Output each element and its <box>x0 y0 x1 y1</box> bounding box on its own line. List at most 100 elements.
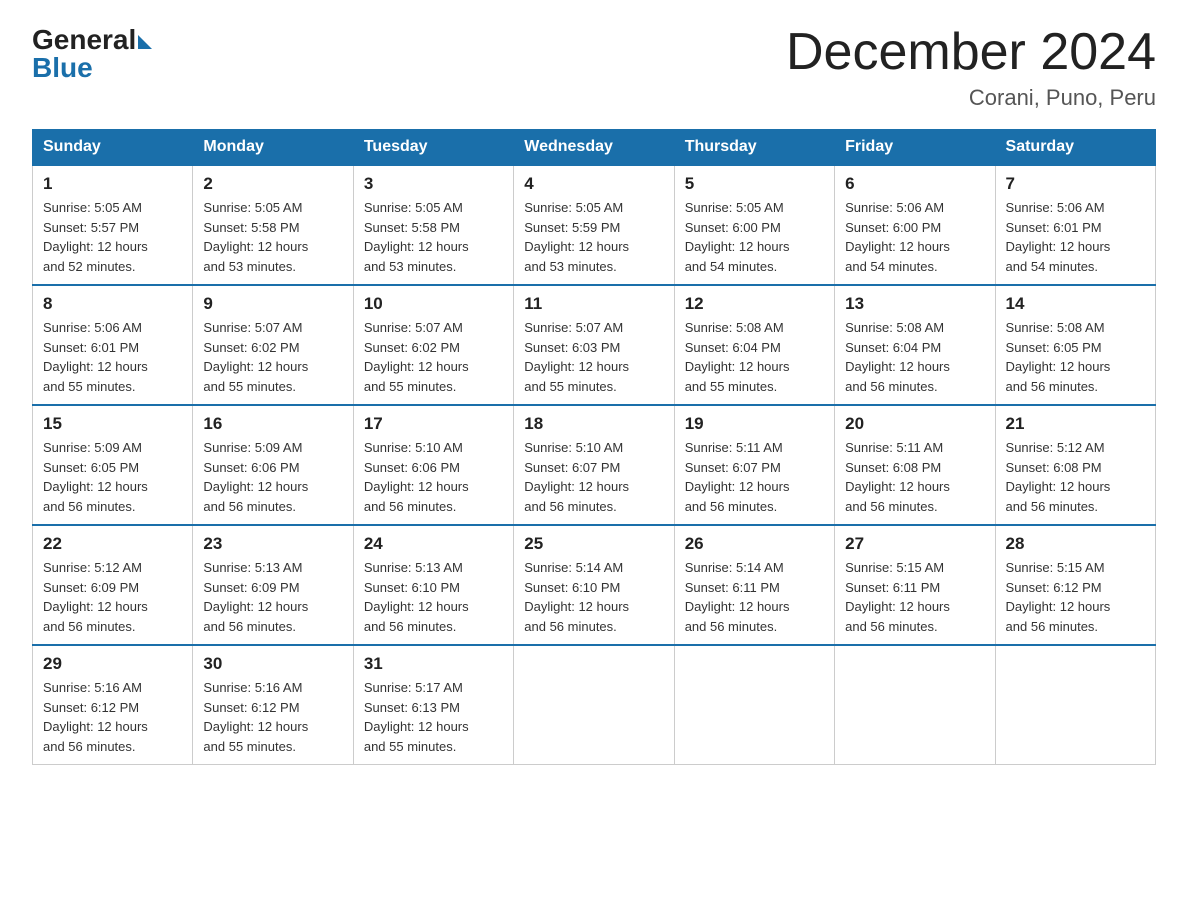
day-info: Sunrise: 5:05 AM Sunset: 5:58 PM Dayligh… <box>364 198 503 276</box>
day-number: 15 <box>43 414 182 434</box>
calendar-cell: 12 Sunrise: 5:08 AM Sunset: 6:04 PM Dayl… <box>674 285 834 405</box>
day-info: Sunrise: 5:17 AM Sunset: 6:13 PM Dayligh… <box>364 678 503 756</box>
day-info: Sunrise: 5:12 AM Sunset: 6:09 PM Dayligh… <box>43 558 182 636</box>
location: Corani, Puno, Peru <box>786 85 1156 111</box>
calendar-cell: 8 Sunrise: 5:06 AM Sunset: 6:01 PM Dayli… <box>33 285 193 405</box>
day-number: 2 <box>203 174 342 194</box>
header-saturday: Saturday <box>995 130 1155 166</box>
calendar-cell: 23 Sunrise: 5:13 AM Sunset: 6:09 PM Dayl… <box>193 525 353 645</box>
calendar-cell: 21 Sunrise: 5:12 AM Sunset: 6:08 PM Dayl… <box>995 405 1155 525</box>
day-number: 4 <box>524 174 663 194</box>
day-number: 3 <box>364 174 503 194</box>
calendar-table: SundayMondayTuesdayWednesdayThursdayFrid… <box>32 129 1156 765</box>
day-info: Sunrise: 5:11 AM Sunset: 6:08 PM Dayligh… <box>845 438 984 516</box>
day-info: Sunrise: 5:16 AM Sunset: 6:12 PM Dayligh… <box>203 678 342 756</box>
day-info: Sunrise: 5:14 AM Sunset: 6:11 PM Dayligh… <box>685 558 824 636</box>
calendar-cell: 31 Sunrise: 5:17 AM Sunset: 6:13 PM Dayl… <box>353 645 513 765</box>
calendar-cell: 18 Sunrise: 5:10 AM Sunset: 6:07 PM Dayl… <box>514 405 674 525</box>
calendar-cell <box>995 645 1155 765</box>
day-number: 21 <box>1006 414 1145 434</box>
logo-blue: Blue <box>32 52 93 84</box>
day-info: Sunrise: 5:12 AM Sunset: 6:08 PM Dayligh… <box>1006 438 1145 516</box>
day-info: Sunrise: 5:05 AM Sunset: 5:57 PM Dayligh… <box>43 198 182 276</box>
day-info: Sunrise: 5:09 AM Sunset: 6:05 PM Dayligh… <box>43 438 182 516</box>
day-number: 22 <box>43 534 182 554</box>
calendar-cell: 3 Sunrise: 5:05 AM Sunset: 5:58 PM Dayli… <box>353 165 513 285</box>
day-info: Sunrise: 5:09 AM Sunset: 6:06 PM Dayligh… <box>203 438 342 516</box>
day-info: Sunrise: 5:08 AM Sunset: 6:04 PM Dayligh… <box>685 318 824 396</box>
calendar-cell: 7 Sunrise: 5:06 AM Sunset: 6:01 PM Dayli… <box>995 165 1155 285</box>
calendar-cell: 16 Sunrise: 5:09 AM Sunset: 6:06 PM Dayl… <box>193 405 353 525</box>
week-row-1: 1 Sunrise: 5:05 AM Sunset: 5:57 PM Dayli… <box>33 165 1156 285</box>
calendar-cell: 9 Sunrise: 5:07 AM Sunset: 6:02 PM Dayli… <box>193 285 353 405</box>
calendar-cell: 26 Sunrise: 5:14 AM Sunset: 6:11 PM Dayl… <box>674 525 834 645</box>
page-header: General Blue December 2024 Corani, Puno,… <box>32 24 1156 111</box>
day-number: 12 <box>685 294 824 314</box>
day-number: 8 <box>43 294 182 314</box>
week-row-4: 22 Sunrise: 5:12 AM Sunset: 6:09 PM Dayl… <box>33 525 1156 645</box>
day-info: Sunrise: 5:05 AM Sunset: 6:00 PM Dayligh… <box>685 198 824 276</box>
day-number: 11 <box>524 294 663 314</box>
calendar-cell: 24 Sunrise: 5:13 AM Sunset: 6:10 PM Dayl… <box>353 525 513 645</box>
day-info: Sunrise: 5:15 AM Sunset: 6:11 PM Dayligh… <box>845 558 984 636</box>
day-info: Sunrise: 5:13 AM Sunset: 6:09 PM Dayligh… <box>203 558 342 636</box>
day-info: Sunrise: 5:08 AM Sunset: 6:04 PM Dayligh… <box>845 318 984 396</box>
header-row: SundayMondayTuesdayWednesdayThursdayFrid… <box>33 130 1156 166</box>
calendar-cell: 1 Sunrise: 5:05 AM Sunset: 5:57 PM Dayli… <box>33 165 193 285</box>
day-info: Sunrise: 5:06 AM Sunset: 6:01 PM Dayligh… <box>1006 198 1145 276</box>
logo: General Blue <box>32 24 152 84</box>
calendar-cell: 11 Sunrise: 5:07 AM Sunset: 6:03 PM Dayl… <box>514 285 674 405</box>
calendar-cell: 22 Sunrise: 5:12 AM Sunset: 6:09 PM Dayl… <box>33 525 193 645</box>
day-info: Sunrise: 5:15 AM Sunset: 6:12 PM Dayligh… <box>1006 558 1145 636</box>
calendar-cell: 5 Sunrise: 5:05 AM Sunset: 6:00 PM Dayli… <box>674 165 834 285</box>
day-number: 16 <box>203 414 342 434</box>
calendar-cell: 25 Sunrise: 5:14 AM Sunset: 6:10 PM Dayl… <box>514 525 674 645</box>
day-number: 25 <box>524 534 663 554</box>
week-row-3: 15 Sunrise: 5:09 AM Sunset: 6:05 PM Dayl… <box>33 405 1156 525</box>
calendar-cell <box>514 645 674 765</box>
header-monday: Monday <box>193 130 353 166</box>
calendar-cell: 15 Sunrise: 5:09 AM Sunset: 6:05 PM Dayl… <box>33 405 193 525</box>
calendar-cell: 27 Sunrise: 5:15 AM Sunset: 6:11 PM Dayl… <box>835 525 995 645</box>
day-info: Sunrise: 5:05 AM Sunset: 5:59 PM Dayligh… <box>524 198 663 276</box>
day-info: Sunrise: 5:05 AM Sunset: 5:58 PM Dayligh… <box>203 198 342 276</box>
day-info: Sunrise: 5:06 AM Sunset: 6:00 PM Dayligh… <box>845 198 984 276</box>
day-number: 10 <box>364 294 503 314</box>
week-row-5: 29 Sunrise: 5:16 AM Sunset: 6:12 PM Dayl… <box>33 645 1156 765</box>
day-info: Sunrise: 5:07 AM Sunset: 6:03 PM Dayligh… <box>524 318 663 396</box>
day-number: 7 <box>1006 174 1145 194</box>
day-info: Sunrise: 5:10 AM Sunset: 6:07 PM Dayligh… <box>524 438 663 516</box>
day-number: 18 <box>524 414 663 434</box>
day-number: 30 <box>203 654 342 674</box>
header-friday: Friday <box>835 130 995 166</box>
day-number: 9 <box>203 294 342 314</box>
day-number: 27 <box>845 534 984 554</box>
calendar-cell: 30 Sunrise: 5:16 AM Sunset: 6:12 PM Dayl… <box>193 645 353 765</box>
day-info: Sunrise: 5:06 AM Sunset: 6:01 PM Dayligh… <box>43 318 182 396</box>
day-info: Sunrise: 5:07 AM Sunset: 6:02 PM Dayligh… <box>203 318 342 396</box>
calendar-cell: 20 Sunrise: 5:11 AM Sunset: 6:08 PM Dayl… <box>835 405 995 525</box>
header-wednesday: Wednesday <box>514 130 674 166</box>
calendar-cell: 29 Sunrise: 5:16 AM Sunset: 6:12 PM Dayl… <box>33 645 193 765</box>
calendar-cell: 2 Sunrise: 5:05 AM Sunset: 5:58 PM Dayli… <box>193 165 353 285</box>
calendar-cell: 13 Sunrise: 5:08 AM Sunset: 6:04 PM Dayl… <box>835 285 995 405</box>
calendar-cell: 10 Sunrise: 5:07 AM Sunset: 6:02 PM Dayl… <box>353 285 513 405</box>
day-info: Sunrise: 5:10 AM Sunset: 6:06 PM Dayligh… <box>364 438 503 516</box>
header-sunday: Sunday <box>33 130 193 166</box>
day-info: Sunrise: 5:08 AM Sunset: 6:05 PM Dayligh… <box>1006 318 1145 396</box>
day-info: Sunrise: 5:11 AM Sunset: 6:07 PM Dayligh… <box>685 438 824 516</box>
calendar-cell: 19 Sunrise: 5:11 AM Sunset: 6:07 PM Dayl… <box>674 405 834 525</box>
day-info: Sunrise: 5:16 AM Sunset: 6:12 PM Dayligh… <box>43 678 182 756</box>
calendar-cell <box>835 645 995 765</box>
day-number: 5 <box>685 174 824 194</box>
day-number: 24 <box>364 534 503 554</box>
header-tuesday: Tuesday <box>353 130 513 166</box>
header-thursday: Thursday <box>674 130 834 166</box>
calendar-cell <box>674 645 834 765</box>
title-block: December 2024 Corani, Puno, Peru <box>786 24 1156 111</box>
day-info: Sunrise: 5:14 AM Sunset: 6:10 PM Dayligh… <box>524 558 663 636</box>
day-number: 28 <box>1006 534 1145 554</box>
day-number: 6 <box>845 174 984 194</box>
calendar-cell: 4 Sunrise: 5:05 AM Sunset: 5:59 PM Dayli… <box>514 165 674 285</box>
day-number: 13 <box>845 294 984 314</box>
